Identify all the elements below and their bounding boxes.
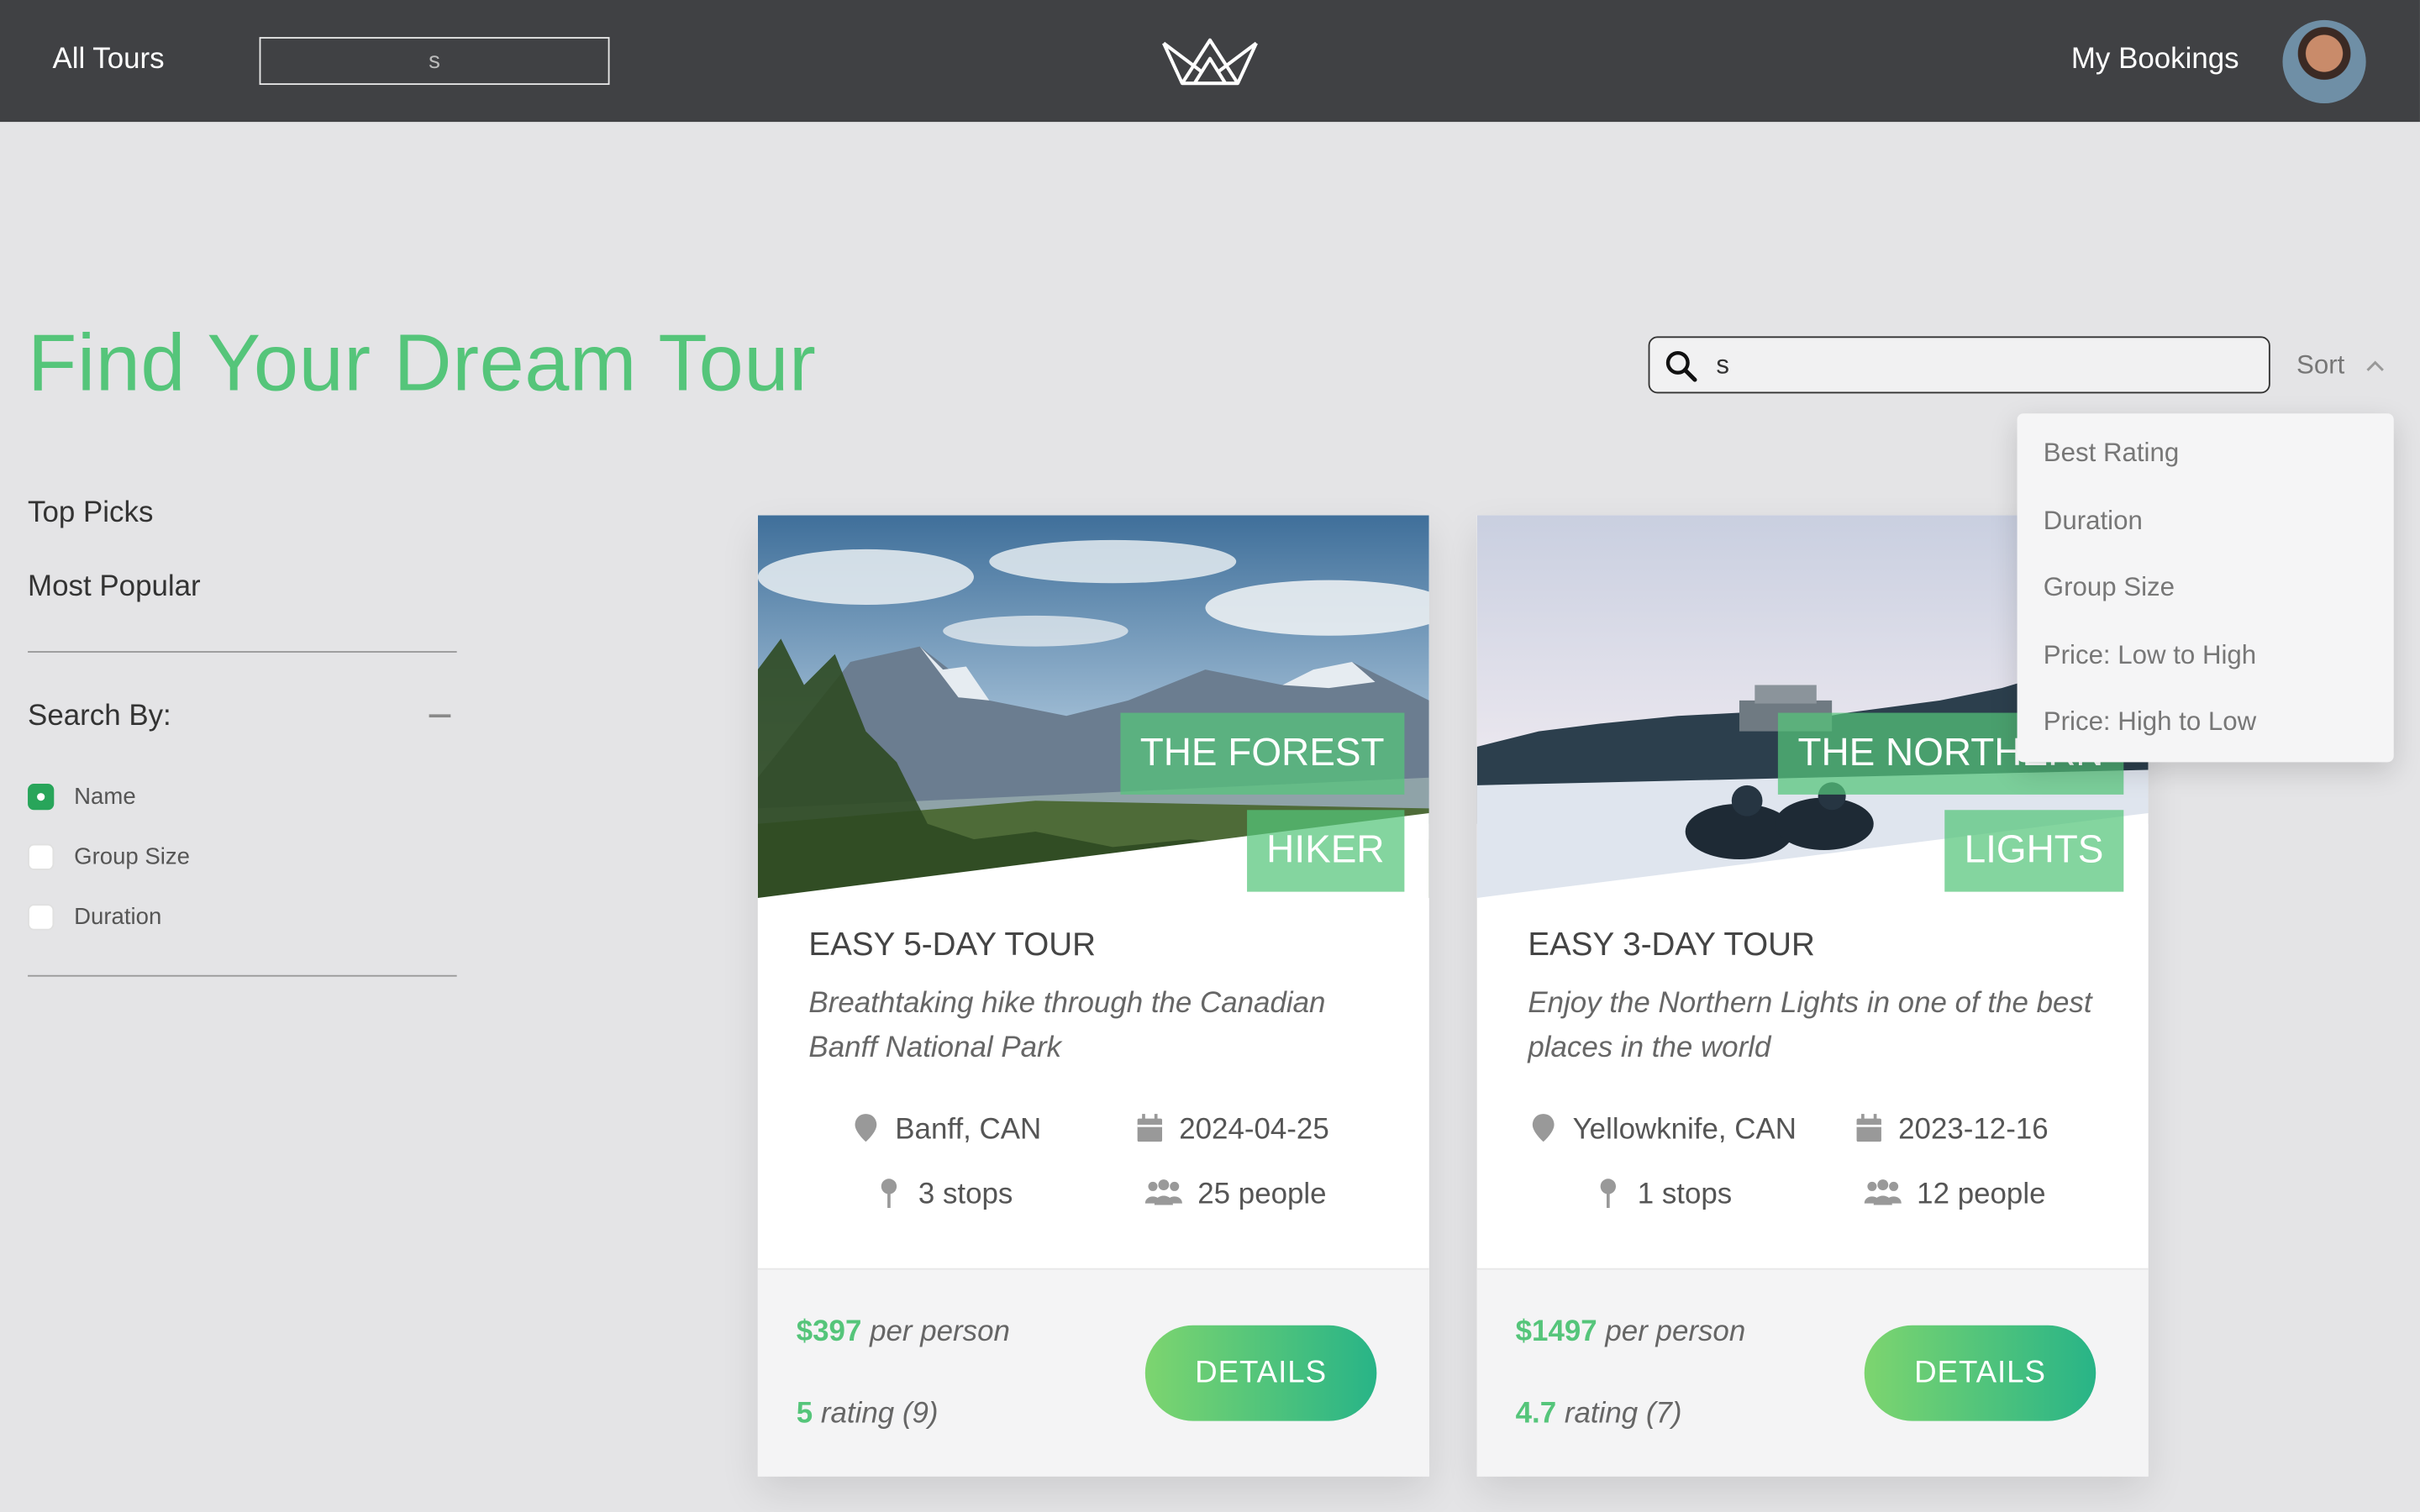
tour-description: Enjoy the Northern Lights in one of the …: [1528, 987, 2092, 1065]
tour-price-suffix: per person: [1605, 1315, 1746, 1349]
tour-subtitle: EASY 3-DAY TOUR: [1528, 927, 1815, 963]
collapse-minus-icon[interactable]: [429, 714, 451, 718]
tour-description: Breathtaking hike through the Canadian B…: [808, 987, 1326, 1065]
tour-date-text: 2023-12-16: [1898, 1114, 2049, 1147]
flag-pin-icon: [881, 1179, 897, 1209]
tour-date-text: 2024-04-25: [1179, 1114, 1329, 1147]
tour-location: Banff, CAN: [850, 1112, 1041, 1147]
search-by-label: Search By:: [28, 700, 171, 733]
tour-stops-text: 3 stops: [918, 1179, 1013, 1211]
flag-pin-icon: [1600, 1179, 1617, 1209]
checkbox-label-name[interactable]: Name: [74, 784, 135, 810]
people-icon: [1144, 1179, 1182, 1205]
tour-price-suffix: per person: [870, 1315, 1010, 1349]
sort-option-duration[interactable]: Duration: [2044, 506, 2143, 537]
crown-logo-icon[interactable]: [1160, 34, 1260, 89]
header-search-input[interactable]: s: [259, 37, 610, 86]
tour-group-size: 25 people: [1144, 1177, 1327, 1212]
tour-price: $1497 per person: [1516, 1316, 1746, 1350]
search-input-value: s: [1716, 349, 1730, 380]
tour-stops-text: 1 stops: [1637, 1179, 1733, 1211]
checkbox-group-size[interactable]: [28, 843, 55, 870]
tour-rating-value: 5: [796, 1398, 813, 1431]
sort-option-group-size[interactable]: Group Size: [2044, 572, 2175, 603]
details-button[interactable]: DETAILS: [1864, 1325, 2096, 1421]
tour-price-value: $397: [796, 1315, 862, 1349]
tour-subtitle: EASY 5-DAY TOUR: [808, 927, 1096, 963]
details-button[interactable]: DETAILS: [1144, 1325, 1377, 1421]
checkbox-label-group-size[interactable]: Group Size: [74, 844, 190, 870]
user-avatar[interactable]: [2282, 19, 2366, 104]
tour-card-footer: $1497 per person 4.7 rating (7) DETAILS: [1476, 1268, 2149, 1477]
tour-stops: 3 stops: [874, 1177, 1013, 1212]
tour-rating: 5 rating (9): [797, 1398, 939, 1431]
tour-price-value: $1497: [1515, 1315, 1597, 1349]
tour-rating-suffix: rating (9): [820, 1398, 939, 1431]
tour-location: Yellowknife, CAN: [1528, 1112, 1797, 1147]
sort-dropdown-menu: Best Rating Duration Group Size Price: L…: [2017, 413, 2394, 763]
sidebar-divider: [28, 651, 457, 653]
calendar-icon: [1137, 1114, 1163, 1142]
checkbox-label-duration[interactable]: Duration: [74, 904, 161, 930]
my-bookings-link[interactable]: My Bookings: [2071, 43, 2239, 76]
tour-name-line-1: THE FOREST: [1119, 712, 1405, 795]
sort-option-best-rating[interactable]: Best Rating: [2044, 438, 2179, 470]
top-navigation-bar: All Tours s My Bookings: [0, 0, 2420, 123]
tour-location-text: Yellowknife, CAN: [1572, 1114, 1797, 1147]
tour-image: THE FOREST HIKER: [757, 515, 1429, 898]
calendar-icon: [1856, 1114, 1881, 1142]
tour-name-line-2: HIKER: [1246, 810, 1405, 892]
sort-option-price-low-high[interactable]: Price: Low to High: [2044, 640, 2256, 671]
tour-name-line-2: LIGHTS: [1944, 810, 2124, 892]
tour-rating-value: 4.7: [1515, 1398, 1557, 1431]
map-pin-icon: [1532, 1114, 1555, 1142]
tour-rating-suffix: rating (7): [1564, 1398, 1682, 1431]
tour-people-text: 12 people: [1917, 1179, 2046, 1211]
sidebar-link-top-picks[interactable]: Top Picks: [28, 496, 153, 530]
tour-date: 2024-04-25: [1134, 1112, 1329, 1147]
tour-rating: 4.7 rating (7): [1516, 1398, 1682, 1431]
map-pin-icon: [855, 1114, 877, 1142]
page-title: Find Your Dream Tour: [28, 319, 817, 409]
tour-search-input[interactable]: s: [1648, 336, 2270, 394]
chevron-up-icon[interactable]: [2365, 354, 2386, 376]
tour-group-size: 12 people: [1863, 1177, 2046, 1212]
checkbox-name[interactable]: [28, 784, 55, 811]
people-icon: [1864, 1179, 1902, 1205]
sort-option-price-high-low[interactable]: Price: High to Low: [2044, 706, 2256, 738]
tour-stops: 1 stops: [1592, 1177, 1732, 1212]
tour-price: $397 per person: [797, 1316, 1010, 1350]
tour-people-text: 25 people: [1197, 1179, 1327, 1211]
search-icon: [1665, 350, 1697, 382]
sidebar-link-most-popular[interactable]: Most Popular: [28, 571, 201, 605]
sidebar-divider: [28, 974, 457, 977]
sort-button[interactable]: Sort: [2296, 350, 2344, 381]
tour-card: THE FOREST HIKER EASY 5-DAY TOUR Breatht…: [757, 515, 1429, 1477]
tour-card-footer: $397 per person 5 rating (9) DETAILS: [757, 1268, 1429, 1477]
tour-date: 2023-12-16: [1854, 1112, 2049, 1147]
tour-location-text: Banff, CAN: [895, 1114, 1042, 1147]
all-tours-link[interactable]: All Tours: [52, 43, 164, 76]
checkbox-duration[interactable]: [28, 904, 55, 931]
